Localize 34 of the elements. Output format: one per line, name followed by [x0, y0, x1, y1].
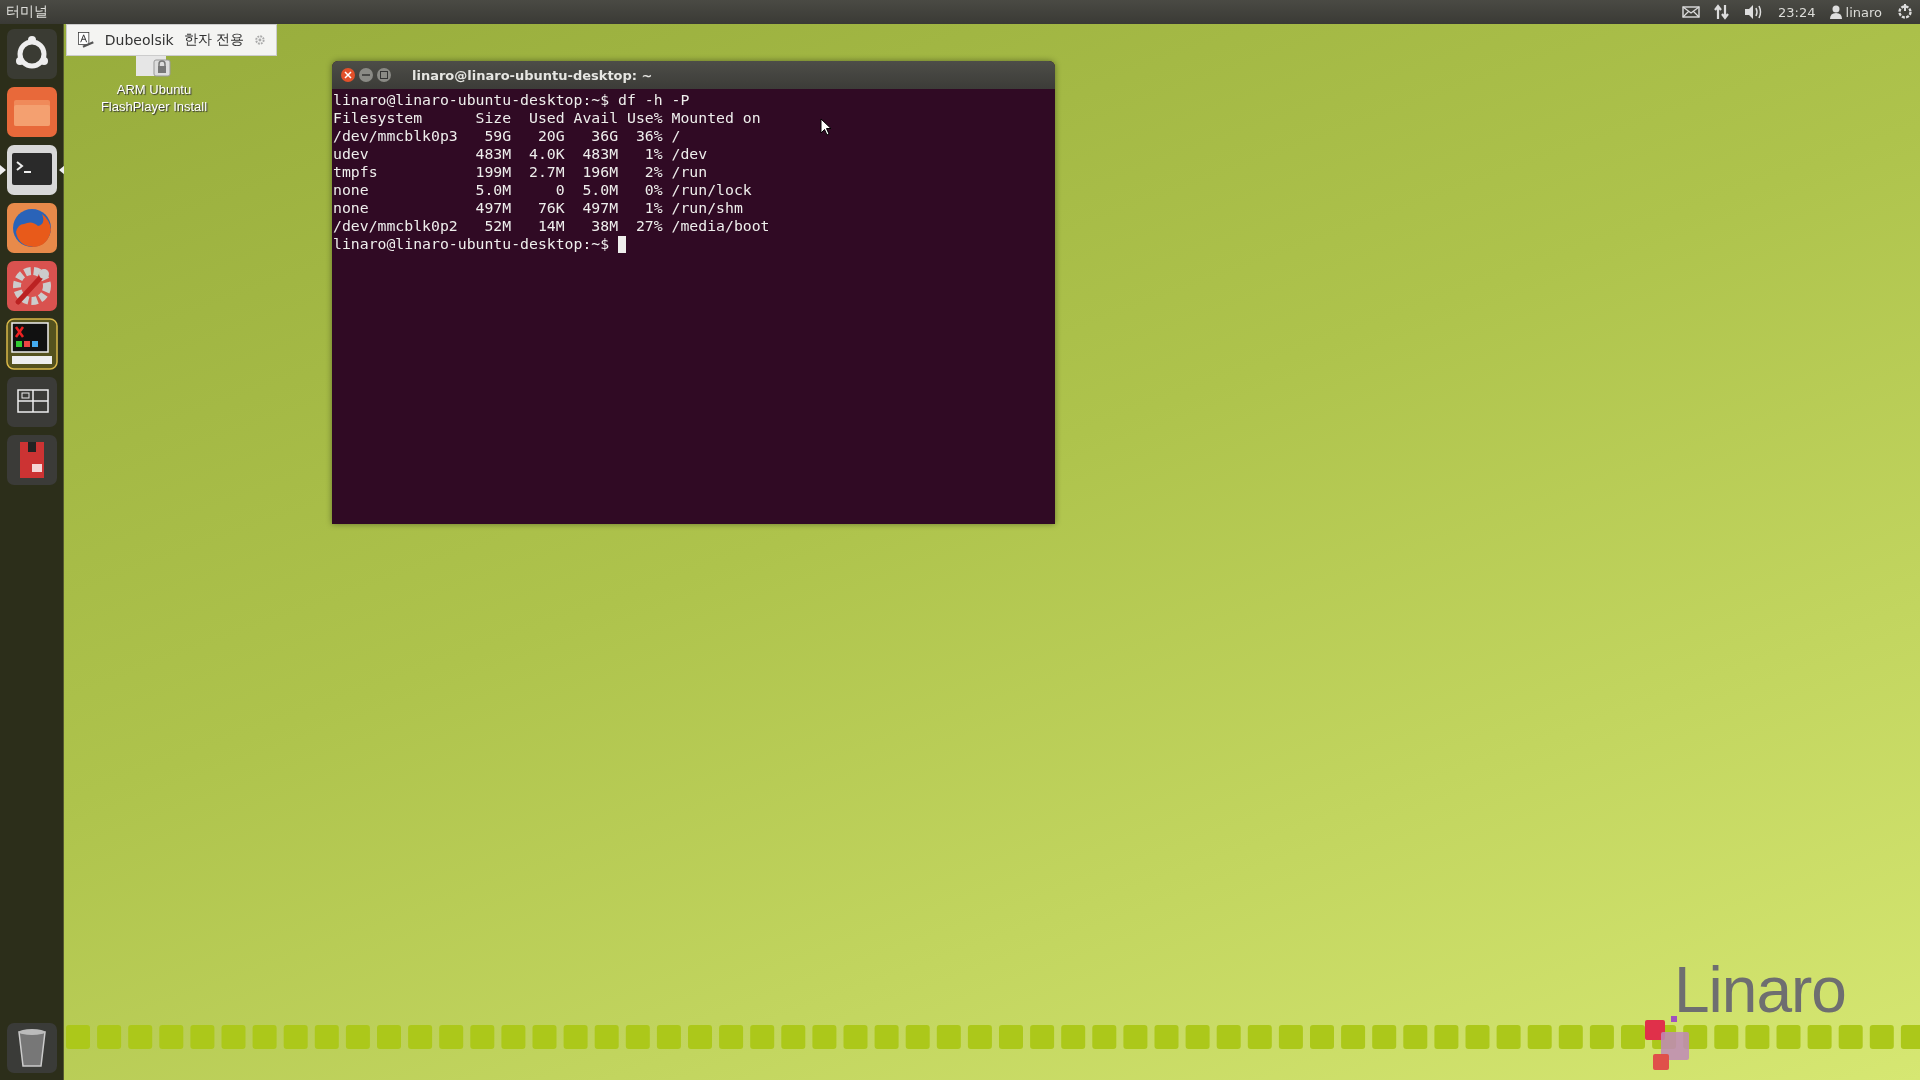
gear-wrench-icon[interactable]: [5, 260, 58, 312]
globe-fox-icon[interactable]: [5, 202, 58, 254]
terminal-line: none 5.0M 0 5.0M 0% /run/lock: [333, 181, 753, 199]
trash-icon[interactable]: [5, 1022, 58, 1074]
mouse-pointer-icon: [820, 118, 832, 136]
wallpaper-logo: Linaro: [1674, 958, 1846, 1022]
ubuntu-logo-icon[interactable]: [5, 28, 58, 80]
input-mode[interactable]: 한자 전용: [183, 31, 245, 49]
terminal-line: Filesystem Size Used Avail Use% Mounted on: [333, 109, 762, 127]
power-gear-icon[interactable]: [1896, 3, 1914, 21]
keyboard-letter-icon[interactable]: [77, 29, 95, 51]
locked-file-icon[interactable]: [134, 56, 174, 80]
user-name[interactable]: linaro: [1845, 4, 1882, 20]
user-icon: [1829, 5, 1842, 19]
folder-icon[interactable]: [5, 86, 58, 138]
mail-icon[interactable]: [1682, 6, 1701, 18]
terminal-icon[interactable]: [5, 144, 58, 196]
terminal-line: udev 483M 4.0K 483M 1% /dev: [333, 145, 709, 163]
window-controls-icon[interactable]: [340, 67, 394, 83]
workspace-grid-icon[interactable]: [5, 376, 58, 428]
app-title: 터미널: [6, 3, 48, 21]
text-cursor: [618, 235, 627, 253]
window-title: linaro@linaro-ubuntu-desktop: ~: [412, 67, 653, 83]
network-arrows-icon[interactable]: [1714, 4, 1731, 20]
terminal-line: tmpfs 199M 2.7M 196M 2% /run: [333, 163, 709, 181]
computer-monitor-icon[interactable]: [5, 318, 58, 370]
keyboard-layout[interactable]: Dubeolsik: [104, 32, 174, 48]
terminal-prompt: linaro@linaro-ubuntu-desktop:~$: [333, 235, 611, 253]
terminal-line: none 497M 76K 497M 1% /run/shm: [333, 199, 744, 217]
terminal-line: /dev/mmcblk0p2 52M 14M 38M 27% /media/boot: [333, 217, 771, 235]
terminal-line: linaro@linaro-ubuntu-desktop:~$ df -h -P: [333, 91, 691, 109]
clock[interactable]: 23:24: [1778, 4, 1816, 20]
sd-card-icon[interactable]: [5, 434, 58, 486]
terminal-line: /dev/mmcblk0p3 59G 20G 36G 36% /: [333, 127, 682, 145]
